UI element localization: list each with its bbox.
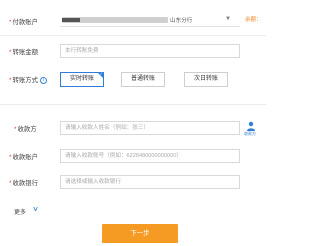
transfer-amount-label: *转账金额 [9,49,39,56]
chevron-down-icon[interactable]: ▼ [225,16,231,22]
transfer-method-label: *转账方式 i [9,75,48,84]
next-step-button[interactable]: 下一步 [102,224,178,243]
payee-bank-label: *收款银行 [9,180,39,187]
more-options-toggle[interactable]: 更多 [14,207,26,216]
check-icon: ✓ [99,71,103,76]
option-realtime-transfer[interactable]: 实时转账 ✓ [60,71,104,87]
info-icon[interactable]: i [40,76,48,84]
chevron-down-icon[interactable]: ∨ [32,205,39,213]
payee-bank-input[interactable]: 请选择或输入收款银行 [60,175,240,189]
masked-account-number [62,17,168,23]
contacts-icon[interactable] [246,121,256,131]
divider [0,35,266,36]
divider [0,104,266,105]
balance-link[interactable]: 余额： [245,15,262,23]
contacts-label[interactable]: 收款方 [244,131,256,137]
payee-account-input[interactable]: 请输入收款账号（例如：6228480000000000） [60,149,240,163]
payer-account-select[interactable]: 山东分行 ▼ [60,14,240,27]
option-next-day-transfer[interactable]: 次日转账 [184,72,228,87]
transfer-amount-input[interactable]: 本行转账免费 [60,44,240,58]
payee-account-label: *收款账户 [9,154,39,161]
payer-branch: 山东分行 [170,18,193,24]
option-normal-transfer[interactable]: 普通转账 [121,72,165,87]
payee-label: *收款方 [14,126,37,133]
payer-account-label: *付款账户 [9,19,39,26]
payee-name-input[interactable]: 请输入收款人姓名（例如：张三） [60,121,240,135]
required-mark: * [9,19,12,26]
